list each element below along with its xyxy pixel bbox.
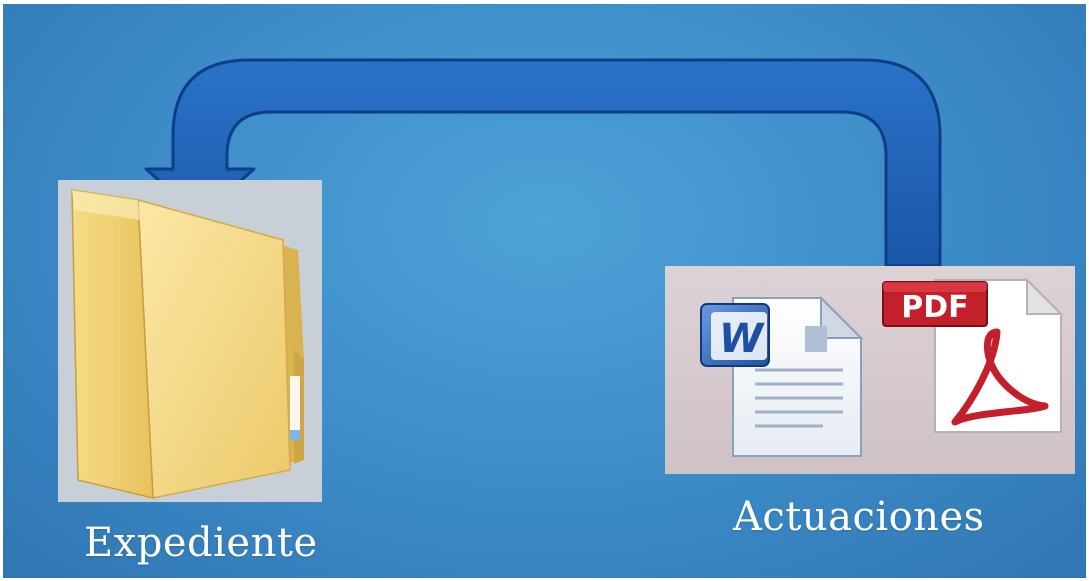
actuaciones-node: W PDF	[665, 266, 1075, 474]
pdf-badge: PDF	[901, 290, 968, 325]
diagram-canvas: W PDF Expediente Actuaciones	[3, 4, 1086, 578]
word-document-icon: W	[700, 295, 864, 457]
expediente-node	[58, 180, 322, 502]
actuaciones-label: Actuaciones	[733, 494, 985, 540]
pdf-document-icon: PDF	[882, 277, 1064, 433]
word-badge: W	[719, 316, 765, 362]
expediente-label: Expediente	[84, 520, 318, 566]
folder-icon	[71, 189, 304, 499]
